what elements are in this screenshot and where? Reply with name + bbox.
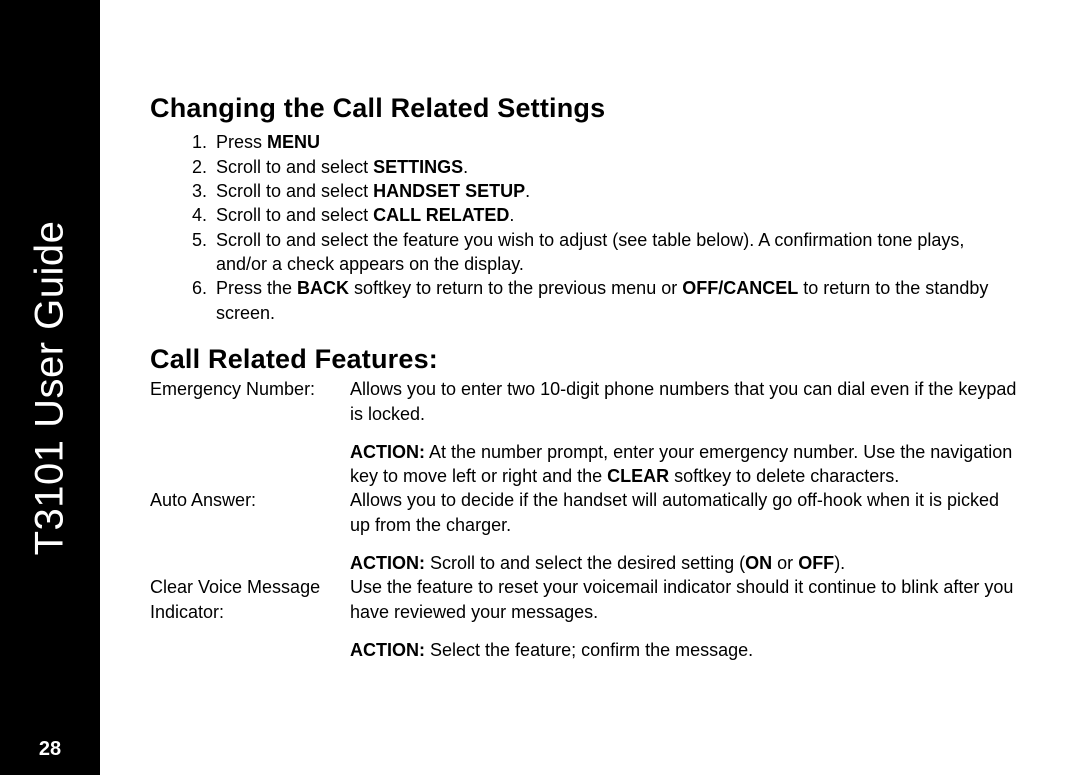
feature-description: Allows you to decide if the handset will…	[350, 488, 1020, 575]
step-4: Scroll to and select CALL RELATED.	[212, 203, 1020, 227]
feature-label: Auto Answer:	[150, 488, 350, 512]
step-5: Scroll to and select the feature you wis…	[212, 228, 1020, 277]
heading-changing-settings: Changing the Call Related Settings	[150, 90, 1020, 126]
step-1: Press MENU	[212, 130, 1020, 154]
feature-label: Emergency Number:	[150, 377, 350, 401]
step-3: Scroll to and select HANDSET SETUP.	[212, 179, 1020, 203]
step-2: Scroll to and select SETTINGS.	[212, 155, 1020, 179]
sidebar: T3101 User Guide 28	[0, 0, 100, 775]
content-area: Changing the Call Related Settings Press…	[100, 0, 1080, 775]
feature-description: Use the feature to reset your voicemail …	[350, 575, 1020, 662]
step-6: Press the BACK softkey to return to the …	[212, 276, 1020, 325]
page-number: 28	[0, 738, 100, 761]
heading-call-related-features: Call Related Features:	[150, 341, 1020, 377]
feature-emergency-number: Emergency Number: Allows you to enter tw…	[150, 377, 1020, 488]
feature-label: Clear Voice Message Indicator:	[150, 575, 350, 624]
feature-auto-answer: Auto Answer: Allows you to decide if the…	[150, 488, 1020, 575]
page: T3101 User Guide 28 Changing the Call Re…	[0, 0, 1080, 775]
feature-description: Allows you to enter two 10-digit phone n…	[350, 377, 1020, 488]
feature-clear-voice-message: Clear Voice Message Indicator: Use the f…	[150, 575, 1020, 662]
steps-list: Press MENU Scroll to and select SETTINGS…	[150, 130, 1020, 324]
document-title: T3101 User Guide	[28, 220, 73, 555]
